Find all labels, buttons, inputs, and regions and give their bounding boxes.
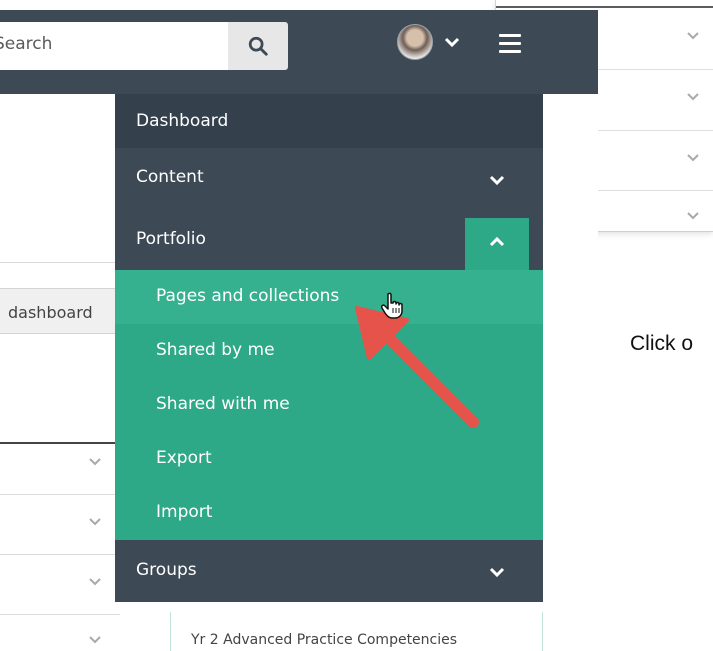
divider (496, 6, 713, 8)
dashboard-tab-label: dashboard (8, 303, 93, 322)
submenu-item-label: Import (156, 502, 213, 522)
nav-item-content[interactable]: Content (115, 148, 543, 210)
divider (0, 494, 120, 495)
divider (0, 442, 120, 444)
nav-item-label: Content (136, 167, 204, 187)
hand-pointer-icon (381, 292, 403, 319)
divider (0, 614, 120, 615)
submenu-item-label: Shared with me (156, 394, 290, 414)
search-icon (248, 36, 268, 56)
chevron-up-icon (489, 236, 505, 247)
nav-item-portfolio[interactable]: Portfolio (115, 210, 543, 270)
chevron-down-icon[interactable] (88, 576, 102, 588)
divider (598, 69, 713, 70)
chevron-down-icon[interactable] (489, 174, 505, 186)
nav-item-label: Portfolio (136, 229, 206, 249)
chevron-down-icon[interactable] (88, 456, 102, 468)
divider (0, 262, 120, 263)
nav-item-dashboard[interactable]: Dashboard (115, 94, 543, 148)
submenu-item-export[interactable]: Export (115, 432, 543, 486)
avatar[interactable] (397, 24, 433, 60)
collection-card[interactable]: Yr 2 Advanced Practice Competencies (170, 612, 543, 651)
dashboard-tab[interactable]: dashboard (0, 288, 120, 334)
submenu-item-label: Shared by me (156, 340, 275, 360)
chevron-down-icon[interactable] (88, 634, 102, 646)
nav-item-groups[interactable]: Groups (115, 540, 543, 602)
chevron-down-icon[interactable] (489, 566, 505, 578)
chevron-down-icon[interactable] (686, 91, 700, 103)
chevron-down-icon[interactable] (442, 32, 462, 52)
divider (0, 554, 120, 555)
divider (598, 190, 713, 191)
annotation-arrow-icon (355, 306, 479, 428)
hamburger-icon[interactable] (499, 34, 521, 54)
submenu-item-label: Pages and collections (156, 286, 340, 306)
collection-title: Yr 2 Advanced Practice Competencies (191, 632, 458, 648)
divider (598, 130, 713, 131)
chevron-down-icon[interactable] (88, 516, 102, 528)
submenu-item-import[interactable]: Import (115, 486, 543, 540)
top-navigation-bar: Search (0, 10, 598, 94)
portfolio-collapse-toggle[interactable] (465, 218, 529, 270)
search-button[interactable] (228, 22, 288, 70)
submenu-item-label: Export (156, 448, 212, 468)
left-content-strip (0, 94, 120, 651)
nav-item-label: Dashboard (136, 111, 229, 131)
search-input[interactable]: Search (0, 22, 228, 70)
right-content-strip (543, 94, 598, 651)
chevron-down-icon[interactable] (686, 30, 700, 42)
instruction-text: Click o (630, 332, 694, 355)
search-placeholder: Search (0, 34, 53, 54)
chevron-down-icon[interactable] (686, 152, 700, 164)
chevron-down-icon[interactable] (686, 210, 700, 222)
nav-item-label: Groups (136, 560, 197, 580)
